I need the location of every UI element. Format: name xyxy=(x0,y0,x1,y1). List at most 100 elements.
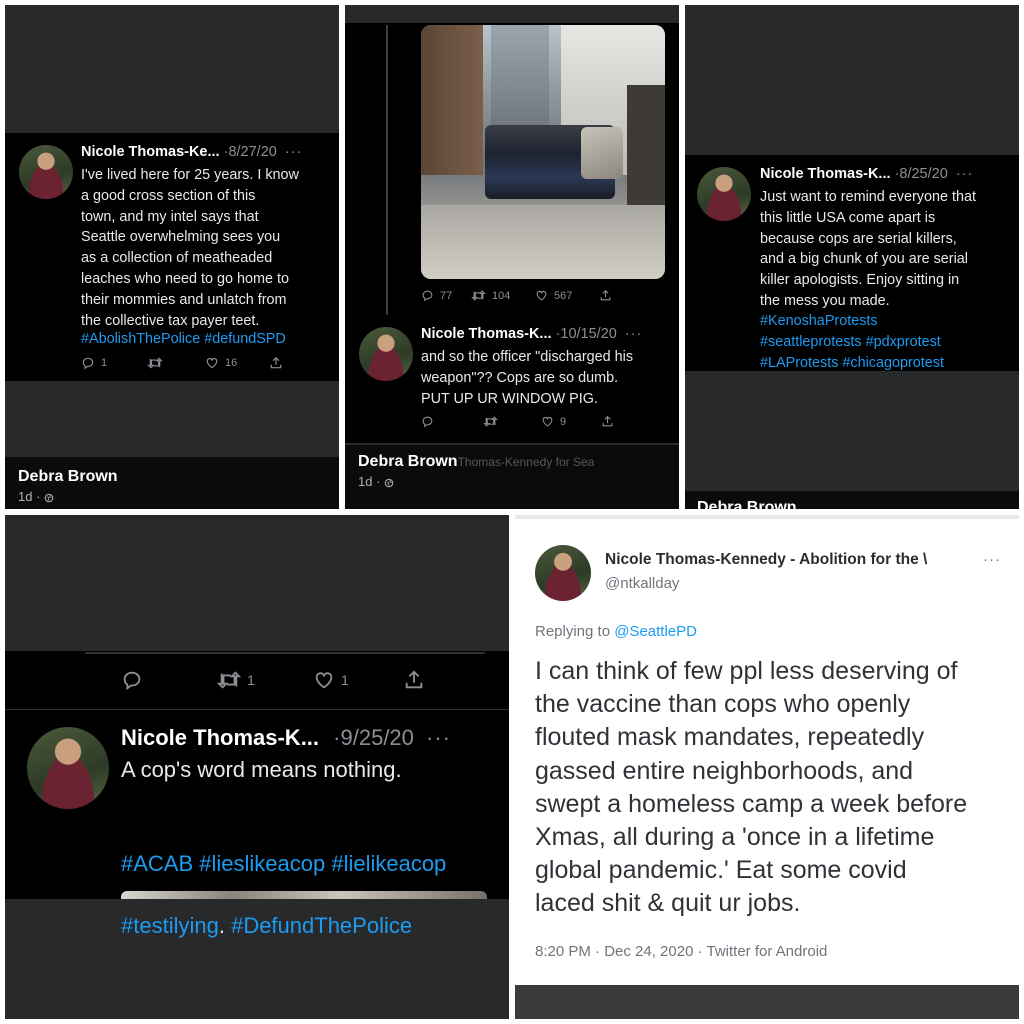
author-handle[interactable]: @ntkallday xyxy=(605,575,679,592)
tweet-header: Nicole Thomas-K... ·10/15/20 ··· xyxy=(421,326,642,342)
replying-prefix: Replying to xyxy=(535,623,615,640)
avatar[interactable] xyxy=(27,727,109,809)
hashtag-line-1[interactable]: #ACAB #lieslikeacop #lielikeacop xyxy=(121,848,446,879)
retweet-count: 104 xyxy=(492,289,511,302)
tweet-date[interactable]: ·8/27/20 xyxy=(224,144,277,160)
more-icon[interactable]: ··· xyxy=(956,166,974,182)
more-icon[interactable]: ··· xyxy=(983,551,1001,568)
author-name[interactable]: Nicole Thomas-Ke... xyxy=(81,144,220,160)
like-button[interactable]: 1 xyxy=(313,669,403,691)
share-icon xyxy=(600,289,611,301)
comment-time-text: 1d · xyxy=(358,474,381,489)
like-button[interactable]: 16 xyxy=(205,356,269,370)
commenter-name[interactable]: Debra Brown xyxy=(18,468,118,486)
reply-icon xyxy=(422,416,433,428)
replying-handle[interactable]: @SeattlePD xyxy=(614,623,697,640)
more-icon[interactable]: ··· xyxy=(285,144,303,160)
retweet-button[interactable]: 1 xyxy=(217,669,313,691)
like-button[interactable]: 567 xyxy=(535,289,599,302)
hashtag-testilying[interactable]: #testilying xyxy=(121,913,219,938)
hashtags[interactable]: #KenoshaProtests #seattleprotests #pdxpr… xyxy=(760,311,944,373)
retweet-icon xyxy=(483,416,498,427)
hashtag-defundthepolice[interactable]: #DefundThePolice xyxy=(231,913,412,938)
panel-tweet-2: 77 104 567 Nicole Thomas-K... ·10/15/20 … xyxy=(345,5,679,509)
more-icon[interactable]: ··· xyxy=(426,725,451,750)
card-divider xyxy=(85,652,485,654)
panel-tweet-5: Nicole Thomas-Kennedy - Abolition for th… xyxy=(515,515,1019,1019)
avatar[interactable] xyxy=(697,167,751,221)
globe-icon xyxy=(44,493,54,502)
avatar[interactable] xyxy=(535,545,591,601)
share-button[interactable] xyxy=(599,289,612,302)
author-name[interactable]: Nicole Thomas-K... xyxy=(760,166,891,182)
share-button[interactable] xyxy=(269,356,283,370)
tweet-text: Just want to remind everyone that this l… xyxy=(760,189,976,309)
reply-button[interactable] xyxy=(121,669,217,691)
share-button[interactable] xyxy=(403,669,425,691)
tweet-footer: 8:20 PM · Dec 24, 2020 · Twitter for And… xyxy=(535,943,828,960)
hashtag-line-2: #testilying. #DefundThePolice xyxy=(121,910,446,941)
tweet-header: Nicole Thomas-Ke... ·8/27/20 ··· xyxy=(81,144,302,160)
tweet-actions-top: 77 104 567 xyxy=(421,289,612,302)
share-icon xyxy=(602,415,613,427)
hashtag-separator: . xyxy=(218,913,232,938)
like-button[interactable]: 9 xyxy=(541,415,601,428)
author-name[interactable]: Nicole Thomas-K... xyxy=(121,725,319,750)
building-left xyxy=(421,25,483,175)
reply-button[interactable]: 1 xyxy=(81,356,147,370)
panel-tweet-1: Nicole Thomas-Ke... ·8/27/20 ··· I've li… xyxy=(5,5,339,509)
retweet-button[interactable]: 104 xyxy=(471,289,535,302)
building-center xyxy=(491,25,549,135)
commenter-name[interactable]: Debra BrownThomas-Kennedy for Sea xyxy=(358,453,594,471)
share-button[interactable] xyxy=(601,415,614,428)
bottom-band xyxy=(515,985,1019,1019)
thread-line xyxy=(386,25,388,315)
panel-tweet-3: Nicole Thomas-K... ·8/25/20 ··· Just wan… xyxy=(685,5,1019,509)
author-name[interactable]: Nicole Thomas-Kennedy - Abolition for th… xyxy=(605,551,957,569)
like-icon xyxy=(542,416,553,427)
tweet-actions: 1 16 xyxy=(81,356,283,370)
commenter-name-text: Debra Brown xyxy=(358,453,458,470)
retweet-count: 1 xyxy=(247,672,255,688)
retweet-button[interactable] xyxy=(147,356,205,370)
hashtags[interactable]: #AbolishThePolice #defundSPD xyxy=(81,331,286,347)
tweet-actions-top: 1 1 xyxy=(121,669,425,691)
fence xyxy=(627,85,665,215)
reply-button[interactable]: 77 xyxy=(421,289,471,302)
car-door xyxy=(581,127,623,179)
reply-button[interactable] xyxy=(421,415,483,428)
like-icon xyxy=(315,672,333,689)
tweet-date[interactable]: ·9/25/20 xyxy=(333,725,414,750)
panel-tweet-4: 1 1 Nicole Thomas-K... ·9/25/20 ··· A co… xyxy=(5,515,509,1019)
commenter-name[interactable]: Debra Brown xyxy=(697,499,797,509)
share-icon xyxy=(405,670,423,689)
tweet-header: Nicole Thomas-K... ·8/25/20 ··· xyxy=(760,166,973,182)
author-name[interactable]: Nicole Thomas-K... xyxy=(421,326,552,342)
card-divider xyxy=(5,709,509,710)
avatar[interactable] xyxy=(19,145,73,199)
like-icon xyxy=(536,290,547,301)
avatar[interactable] xyxy=(359,327,413,381)
like-count: 567 xyxy=(554,289,573,302)
reply-icon xyxy=(123,671,141,691)
tweet-text: and so the officer "discharged his weapo… xyxy=(421,349,634,407)
retweet-button[interactable] xyxy=(483,415,541,428)
commenter-trail: Thomas-Kennedy for Sea xyxy=(457,455,595,469)
tweet-date[interactable]: ·10/15/20 xyxy=(556,326,617,342)
like-count: 16 xyxy=(225,357,238,369)
pavement xyxy=(421,205,665,279)
more-icon[interactable]: ··· xyxy=(625,326,643,342)
media-preview-edge[interactable] xyxy=(121,891,487,899)
tweet-text: I've lived here for 25 years. I know a g… xyxy=(81,167,299,329)
retweet-icon xyxy=(471,290,486,301)
burned-police-car-photo[interactable] xyxy=(421,25,665,279)
tweet-header: Nicole Thomas-K... ·9/25/20 ··· xyxy=(121,725,451,751)
commenter-time: 1d · xyxy=(18,489,54,504)
reply-count: 1 xyxy=(101,357,108,369)
top-edge xyxy=(515,515,1019,519)
globe-icon xyxy=(384,478,394,487)
tweet-date[interactable]: ·8/25/20 xyxy=(895,166,948,182)
tweet-text: I can think of few ppl less deserving of… xyxy=(535,657,968,918)
reply-icon xyxy=(422,290,433,302)
commenter-time: 1d · xyxy=(358,474,394,489)
